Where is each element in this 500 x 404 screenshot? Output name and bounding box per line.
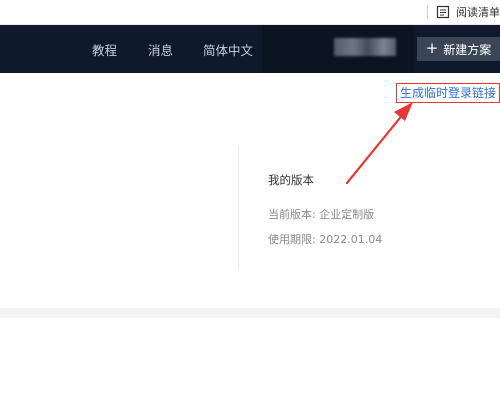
current-version-value: 企业定制版 bbox=[319, 208, 375, 221]
reading-list-button[interactable]: 阅读清单 bbox=[427, 3, 500, 21]
generate-temp-login-link[interactable]: 生成临时登录链接 bbox=[396, 83, 500, 103]
user-name-redacted bbox=[334, 38, 396, 56]
expiry-row: 使用期限: 2022.01.04 bbox=[268, 231, 382, 247]
section-separator bbox=[0, 308, 500, 318]
current-version-row: 当前版本: 企业定制版 bbox=[268, 206, 374, 222]
nav-messages[interactable]: 消息 bbox=[148, 40, 173, 59]
new-plan-button[interactable]: + 新建方案 bbox=[417, 37, 500, 61]
expiry-value: 2022.01.04 bbox=[319, 233, 383, 246]
reading-list-icon bbox=[436, 5, 450, 19]
nav-tutorial[interactable]: 教程 bbox=[92, 40, 117, 59]
app-header: 教程 消息 简体中文 + 新建方案 bbox=[0, 25, 500, 73]
nav-language[interactable]: 简体中文 bbox=[203, 40, 253, 59]
expiry-label: 使用期限: bbox=[268, 233, 316, 246]
reading-list-label: 阅读清单 bbox=[456, 6, 500, 19]
current-version-label: 当前版本: bbox=[268, 208, 316, 221]
new-plan-label: 新建方案 bbox=[443, 42, 492, 57]
toolbar-divider bbox=[427, 5, 428, 19]
plus-icon: + bbox=[425, 39, 439, 57]
vertical-divider bbox=[238, 145, 239, 269]
version-title: 我的版本 bbox=[268, 173, 314, 187]
version-card: 我的版本 当前版本: 企业定制版 使用期限: 2022.01.04 bbox=[268, 172, 382, 246]
user-menu[interactable] bbox=[262, 25, 414, 73]
browser-toolbar: 阅读清单 bbox=[0, 0, 500, 25]
